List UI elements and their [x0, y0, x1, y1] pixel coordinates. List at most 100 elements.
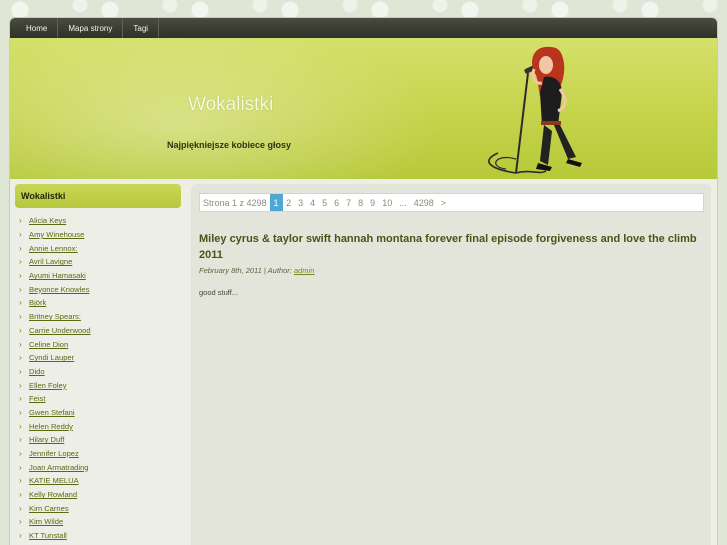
pagination: Strona 1 z 4298 1 2 3 4 5 6 7 8 9 10 ...… [199, 193, 704, 212]
pagination-next[interactable]: > [437, 198, 449, 208]
sidebar-list: › Alicia Keys › Amy Winehouse › Annie Lenno… [15, 214, 181, 543]
nav-sitemap[interactable]: Mapa strony [58, 18, 124, 38]
list-item: › Beyonce Knowles [19, 282, 181, 296]
chevron-right-icon: › [19, 490, 22, 500]
chevron-right-icon: › [19, 449, 22, 459]
pagination-current: 1 [269, 194, 283, 211]
pagination-page[interactable]: 7 [343, 198, 355, 208]
list-item: › Hilary Duff [19, 433, 181, 447]
chevron-right-icon: › [19, 517, 22, 527]
sidebar-link[interactable]: Kelly Rowland [29, 490, 77, 499]
chevron-right-icon: › [19, 298, 22, 308]
list-item: › Britney Spears: [19, 310, 181, 324]
chevron-right-icon: › [19, 407, 22, 417]
list-item: › KATIE MELUA [19, 474, 181, 488]
sidebar-link[interactable]: Björk [29, 298, 46, 307]
sidebar-link[interactable]: KATIE MELUA [29, 476, 79, 485]
pagination-page[interactable]: 9 [367, 198, 379, 208]
nav-home[interactable]: Home [16, 18, 59, 38]
sidebar-link[interactable]: Gwen Stefani [29, 408, 75, 417]
sidebar-link[interactable]: Celine Dion [29, 340, 68, 349]
chevron-right-icon: › [19, 476, 22, 486]
list-item: › Björk [19, 296, 181, 310]
sidebar-link[interactable]: Ayumi Hamasaki [29, 271, 86, 280]
list-item: › Celine Dion [19, 337, 181, 351]
sidebar-link[interactable]: Britney Spears: [29, 312, 81, 321]
list-item: › Gwen Stefani [19, 406, 181, 420]
list-item: › Annie Lennox: [19, 241, 181, 255]
post-title[interactable]: Miley cyrus & taylor swift hannah montan… [199, 231, 704, 263]
chevron-right-icon: › [19, 421, 22, 431]
pagination-ellipsis: ... [399, 197, 407, 208]
pagination-page[interactable]: 3 [295, 198, 307, 208]
chevron-right-icon: › [19, 531, 22, 541]
list-item: › Ayumi Hamasaki [19, 269, 181, 283]
chevron-right-icon: › [19, 216, 22, 226]
main-content: Strona 1 z 4298 1 2 3 4 5 6 7 8 9 10 ...… [191, 184, 711, 545]
pagination-page[interactable]: 10 [379, 198, 396, 208]
list-item: › Helen Reddy [19, 419, 181, 433]
chevron-right-icon: › [19, 394, 22, 404]
chevron-right-icon: › [19, 435, 22, 445]
list-item: › Cyndi Lauper [19, 351, 181, 365]
list-item: › Feist [19, 392, 181, 406]
pagination-page[interactable]: 2 [283, 198, 295, 208]
page-wrapper: Home Mapa strony Tagi Wokalistki Najpięk… [9, 17, 718, 545]
sidebar-link[interactable]: Avril Lavigne [29, 257, 72, 266]
list-item: › KT Tunstall [19, 529, 181, 543]
site-header: Wokalistki Najpiękniejsze kobiece głosy [10, 38, 717, 179]
sidebar-link[interactable]: Beyonce Knowles [29, 285, 89, 294]
sidebar-link[interactable]: Helen Reddy [29, 422, 73, 431]
post-meta: February 8th, 2011 | Author: admin [199, 266, 314, 275]
sidebar-link[interactable]: Dido [29, 367, 45, 376]
chevron-right-icon: › [19, 366, 22, 376]
sidebar-link[interactable]: Carrie Underwood [29, 326, 91, 335]
list-item: › Alicia Keys [19, 214, 181, 228]
site-tagline: Najpiękniejsze kobiece głosy [167, 140, 292, 150]
list-item: › Joan Armatrading [19, 460, 181, 474]
pagination-page[interactable]: 6 [331, 198, 343, 208]
post-date: February 8th, 2011 [199, 266, 262, 275]
list-item: › Ellen Foley [19, 378, 181, 392]
sidebar-link[interactable]: Feist [29, 394, 45, 403]
sidebar-heading: Wokalistki [15, 184, 181, 208]
post-author-prefix: | Author: [263, 266, 292, 275]
singer-illustration [488, 46, 582, 174]
pagination-last[interactable]: 4298 [410, 198, 437, 208]
chevron-right-icon: › [19, 284, 22, 294]
sidebar-link[interactable]: Annie Lennox: [29, 244, 78, 253]
sidebar-link[interactable]: Hilary Duff [29, 435, 64, 444]
pagination-page[interactable]: 5 [319, 198, 331, 208]
list-item: › Jennifer Lopez [19, 447, 181, 461]
chevron-right-icon: › [19, 353, 22, 363]
list-item: › Amy Winehouse [19, 228, 181, 242]
sidebar-link[interactable]: KT Tunstall [29, 531, 67, 540]
list-item: › Kim Wilde [19, 515, 181, 529]
list-item: › Kim Carnes [19, 501, 181, 515]
chevron-right-icon: › [19, 271, 22, 281]
chevron-right-icon: › [19, 339, 22, 349]
chevron-right-icon: › [19, 243, 22, 253]
chevron-right-icon: › [19, 462, 22, 472]
sidebar-link[interactable]: Ellen Foley [29, 381, 67, 390]
sidebar-link[interactable]: Cyndi Lauper [29, 353, 74, 362]
sidebar: Wokalistki › Alicia Keys › Amy Winehouse ›… [15, 184, 181, 543]
sidebar-link[interactable]: Kim Carnes [29, 504, 69, 513]
chevron-right-icon: › [19, 325, 22, 335]
sidebar-link[interactable]: Amy Winehouse [29, 230, 84, 239]
chevron-right-icon: › [19, 503, 22, 513]
post-excerpt: good stuff... [199, 288, 239, 297]
sidebar-link[interactable]: Alicia Keys [29, 216, 66, 225]
pagination-page[interactable]: 8 [355, 198, 367, 208]
pagination-label: Strona 1 z 4298 [203, 197, 267, 208]
sidebar-link[interactable]: Jennifer Lopez [29, 449, 79, 458]
sidebar-link[interactable]: Kim Wilde [29, 517, 63, 526]
list-item: › Avril Lavigne [19, 255, 181, 269]
pagination-page[interactable]: 4 [307, 198, 319, 208]
post-author-link[interactable]: admin [294, 266, 314, 275]
nav-tags[interactable]: Tagi [123, 18, 160, 38]
site-title[interactable]: Wokalistki [188, 94, 273, 116]
chevron-right-icon: › [19, 380, 22, 390]
chevron-right-icon: › [19, 230, 22, 240]
sidebar-link[interactable]: Joan Armatrading [29, 463, 89, 472]
